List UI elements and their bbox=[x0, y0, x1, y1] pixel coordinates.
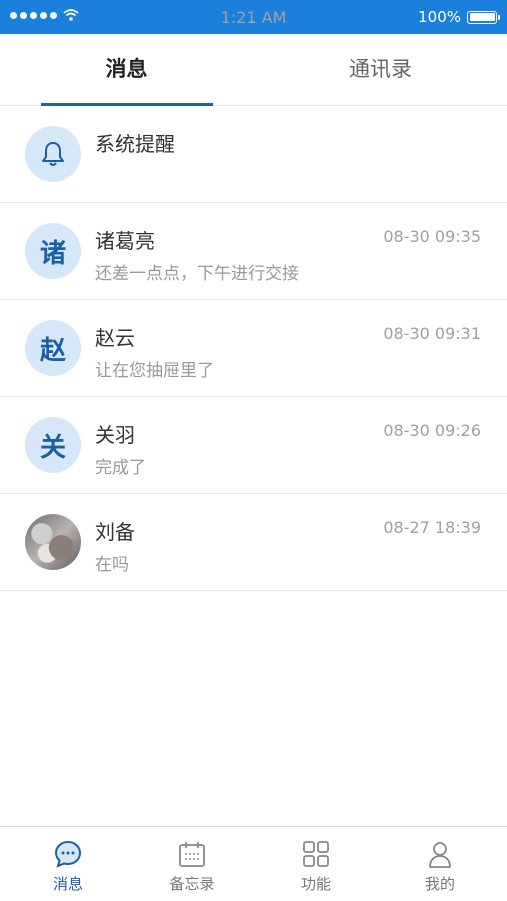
message-list: 系统提醒 诸 诸葛亮 还差一点点，下午进行交接 08-30 09:35 赵 赵云… bbox=[0, 106, 507, 591]
list-item[interactable]: 关 关羽 完成了 08-30 09:26 bbox=[0, 397, 507, 494]
message-time: 08-30 09:26 bbox=[383, 421, 481, 440]
nav-label: 备忘录 bbox=[169, 875, 215, 893]
message-time: 08-30 09:31 bbox=[383, 324, 481, 343]
message-preview: 在吗 bbox=[95, 555, 129, 575]
grid-icon bbox=[303, 841, 329, 867]
message-preview: 还差一点点，下午进行交接 bbox=[95, 264, 299, 284]
bottom-nav: 消息 备忘录 功能 我的 bbox=[0, 826, 507, 900]
list-item-system[interactable]: 系统提醒 bbox=[0, 106, 507, 203]
list-item[interactable]: 刘备 在吗 08-27 18:39 bbox=[0, 494, 507, 591]
message-preview: 完成了 bbox=[95, 458, 146, 478]
contact-name: 诸葛亮 bbox=[95, 229, 155, 253]
calendar-icon bbox=[179, 842, 205, 867]
battery-percent: 100% bbox=[418, 8, 461, 26]
avatar: 关 bbox=[25, 417, 81, 473]
contact-name: 赵云 bbox=[95, 326, 135, 350]
avatar-photo bbox=[25, 514, 81, 570]
person-icon bbox=[429, 842, 451, 868]
battery-icon bbox=[467, 10, 500, 24]
status-bar: 1:21 AM 100% bbox=[0, 0, 507, 34]
message-time: 08-30 09:35 bbox=[383, 227, 481, 246]
avatar: 赵 bbox=[25, 320, 81, 376]
chat-bubble-icon bbox=[54, 840, 82, 868]
nav-messages[interactable]: 消息 bbox=[5, 827, 131, 901]
list-item[interactable]: 诸 诸葛亮 还差一点点，下午进行交接 08-30 09:35 bbox=[0, 203, 507, 300]
message-preview: 让在您抽屉里了 bbox=[95, 361, 214, 381]
nav-label: 功能 bbox=[300, 875, 331, 893]
nav-memo[interactable]: 备忘录 bbox=[129, 827, 255, 901]
message-time: 08-27 18:39 bbox=[383, 518, 481, 537]
contact-name: 关羽 bbox=[95, 423, 135, 447]
nav-functions[interactable]: 功能 bbox=[253, 827, 379, 901]
bell-icon bbox=[25, 126, 81, 182]
nav-label: 我的 bbox=[424, 875, 455, 893]
tab-messages[interactable]: 消息 bbox=[0, 34, 253, 106]
top-tabs: 消息 通讯录 bbox=[0, 34, 507, 106]
tab-contacts[interactable]: 通讯录 bbox=[254, 34, 507, 106]
contact-name: 刘备 bbox=[95, 520, 135, 544]
nav-profile[interactable]: 我的 bbox=[377, 827, 503, 901]
avatar: 诸 bbox=[25, 223, 81, 279]
list-item[interactable]: 赵 赵云 让在您抽屉里了 08-30 09:31 bbox=[0, 300, 507, 397]
battery-indicator: 100% bbox=[418, 8, 500, 26]
nav-label: 消息 bbox=[52, 875, 83, 893]
contact-name: 系统提醒 bbox=[95, 132, 175, 156]
